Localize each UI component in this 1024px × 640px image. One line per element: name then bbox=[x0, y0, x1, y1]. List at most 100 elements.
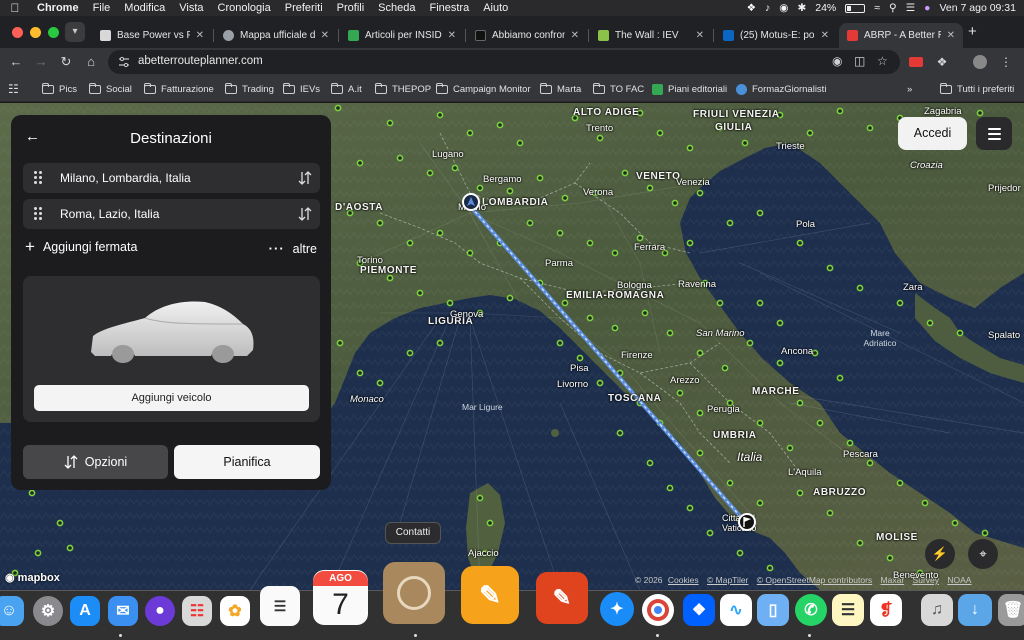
menu-app-name[interactable]: Chrome bbox=[30, 2, 86, 14]
bookmark-star-icon[interactable]: ☆ bbox=[877, 54, 888, 68]
all-bookmarks-folder[interactable]: Tutti i preferiti bbox=[940, 82, 1014, 96]
charger-marker[interactable] bbox=[376, 219, 384, 227]
menu-bookmarks[interactable]: Preferiti bbox=[278, 2, 330, 14]
charger-marker[interactable] bbox=[561, 299, 569, 307]
charger-marker[interactable] bbox=[696, 449, 704, 457]
charger-marker[interactable] bbox=[921, 499, 929, 507]
destination-target-field[interactable]: Roma, Lazio, Italia bbox=[23, 199, 320, 229]
reminders-icon[interactable]: ☰ bbox=[260, 586, 300, 626]
vpn-status-icon[interactable]: ◉ bbox=[779, 2, 788, 14]
charger-marker[interactable] bbox=[686, 504, 694, 512]
charger-marker[interactable] bbox=[736, 549, 744, 557]
close-window-button[interactable] bbox=[12, 27, 23, 38]
charger-marker[interactable] bbox=[836, 107, 844, 115]
menu-tab[interactable]: Scheda bbox=[371, 2, 422, 14]
charger-marker[interactable] bbox=[726, 219, 734, 227]
pages-alt-icon[interactable]: ✎ bbox=[536, 572, 588, 624]
back-arrow-icon[interactable]: ← bbox=[7, 53, 25, 71]
search-icon[interactable]: ⚲ bbox=[889, 2, 897, 14]
charger-marker[interactable] bbox=[586, 239, 594, 247]
charger-marker[interactable] bbox=[466, 249, 474, 257]
charger-marker[interactable] bbox=[776, 319, 784, 327]
tab-6-active[interactable]: ABRP - A Better R ✕ bbox=[839, 23, 963, 48]
menu-file[interactable]: File bbox=[86, 2, 118, 14]
origin-navigation-marker[interactable] bbox=[462, 193, 480, 211]
charger-marker[interactable] bbox=[406, 239, 414, 247]
music-status-icon[interactable]: ♪ bbox=[765, 2, 770, 14]
charger-marker[interactable] bbox=[356, 369, 364, 377]
extensions-puzzle-icon[interactable]: ❖ bbox=[934, 54, 950, 70]
control-center-icon[interactable]: ☰ bbox=[906, 2, 915, 14]
charger-marker[interactable] bbox=[386, 119, 394, 127]
menu-history[interactable]: Cronologia bbox=[211, 2, 278, 14]
bookmark-folder[interactable]: TO FAC bbox=[593, 82, 644, 96]
charger-marker[interactable] bbox=[951, 519, 959, 527]
extension-red-icon[interactable] bbox=[908, 54, 924, 70]
plan-route-button[interactable]: Pianifica bbox=[174, 445, 320, 479]
apple-menu-icon[interactable]:  bbox=[0, 1, 30, 15]
music-file-icon[interactable]: ♫ bbox=[921, 594, 953, 626]
iphone-mirroring-icon[interactable]: ▯ bbox=[757, 594, 789, 626]
mail-icon[interactable]: ✉ bbox=[108, 596, 138, 626]
siri-icon[interactable]: ● bbox=[924, 2, 930, 14]
photos-icon[interactable]: ✿ bbox=[220, 596, 250, 626]
close-icon[interactable]: ✕ bbox=[571, 30, 579, 41]
reload-icon[interactable]: ↻ bbox=[57, 53, 75, 71]
charger-marker[interactable] bbox=[696, 349, 704, 357]
system-settings-icon[interactable]: ⚙ bbox=[33, 596, 63, 626]
charger-marker[interactable] bbox=[616, 429, 624, 437]
charger-marker[interactable] bbox=[796, 239, 804, 247]
tab-search-button[interactable]: ▾ bbox=[65, 22, 85, 42]
location-icon[interactable]: ◉ bbox=[832, 54, 842, 68]
finder-icon[interactable]: ☺ bbox=[0, 596, 24, 626]
pages-icon[interactable]: ✎ bbox=[461, 566, 519, 624]
menu-window[interactable]: Finestra bbox=[422, 2, 476, 14]
chrome-menu-icon[interactable]: ⋮ bbox=[998, 54, 1014, 70]
home-icon[interactable]: ⌂ bbox=[82, 53, 100, 71]
siri-app-icon[interactable]: ● bbox=[145, 596, 175, 626]
charger-marker[interactable] bbox=[451, 164, 459, 172]
charger-marker[interactable] bbox=[436, 229, 444, 237]
bookmark-folder[interactable]: Fatturazione bbox=[144, 82, 214, 96]
charger-marker[interactable] bbox=[866, 124, 874, 132]
charger-marker[interactable] bbox=[416, 289, 424, 297]
charger-marker[interactable] bbox=[706, 529, 714, 537]
tab-0[interactable]: Base Power vs Pow ✕ bbox=[92, 23, 212, 48]
charger-marker[interactable] bbox=[796, 489, 804, 497]
calendar-icon[interactable]: AGO 7 bbox=[313, 570, 368, 625]
chrome-icon[interactable] bbox=[642, 594, 674, 626]
charger-marker[interactable] bbox=[796, 399, 804, 407]
charger-marker[interactable] bbox=[576, 354, 584, 362]
dropbox-icon[interactable]: ❖ bbox=[683, 594, 715, 626]
close-icon[interactable]: ✕ bbox=[696, 30, 704, 41]
charger-marker[interactable] bbox=[741, 139, 749, 147]
minimize-window-button[interactable] bbox=[30, 27, 41, 38]
charger-marker[interactable] bbox=[596, 379, 604, 387]
charger-marker[interactable] bbox=[726, 479, 734, 487]
close-icon[interactable]: ✕ bbox=[448, 30, 456, 41]
charger-marker[interactable] bbox=[756, 209, 764, 217]
bookmark-folder[interactable]: A.it bbox=[331, 82, 362, 96]
whatsapp-icon[interactable]: ✆ bbox=[795, 594, 827, 626]
address-bar[interactable]: abetterrouteplanner.com ◉ ◫ ☆ bbox=[108, 50, 900, 74]
acrobat-icon[interactable]: ❡ bbox=[870, 594, 902, 626]
charger-marker[interactable] bbox=[846, 439, 854, 447]
charger-marker[interactable] bbox=[536, 174, 544, 182]
charger-marker[interactable] bbox=[436, 111, 444, 119]
tab-1[interactable]: Mappa ufficiale de ✕ bbox=[215, 23, 337, 48]
notes-icon[interactable]: ☰ bbox=[832, 594, 864, 626]
charger-marker[interactable] bbox=[896, 299, 904, 307]
charger-marker[interactable] bbox=[696, 189, 704, 197]
charger-marker[interactable] bbox=[816, 419, 824, 427]
charger-marker[interactable] bbox=[376, 379, 384, 387]
charger-marker[interactable] bbox=[786, 444, 794, 452]
clock-datetime[interactable]: Ven 7 ago 09:31 bbox=[940, 2, 1017, 14]
charger-marker[interactable] bbox=[556, 339, 564, 347]
drag-handle-icon[interactable] bbox=[34, 171, 43, 185]
charger-marker[interactable] bbox=[476, 494, 484, 502]
charger-marker[interactable] bbox=[526, 219, 534, 227]
charger-marker[interactable] bbox=[716, 299, 724, 307]
bookmark-folder[interactable]: Marta bbox=[540, 82, 581, 96]
sort-arrows-icon[interactable] bbox=[298, 170, 312, 186]
drag-handle-icon[interactable] bbox=[34, 207, 43, 221]
